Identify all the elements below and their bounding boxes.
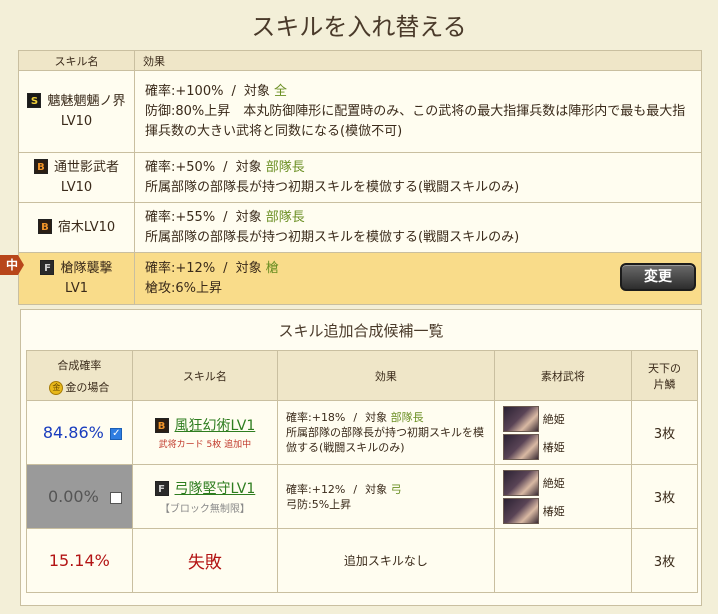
general-portrait <box>502 469 539 496</box>
gold-case-label: 金の場合 <box>65 380 110 394</box>
skill-target: 全 <box>274 83 288 99</box>
skill-rate: 確率:+55% <box>145 209 216 225</box>
no-additional-skill: 追加スキルなし <box>277 528 495 593</box>
target-label: 対象 <box>235 159 262 175</box>
candidate-rate: 確率:+18% <box>286 411 346 424</box>
empty-material-cell <box>493 528 633 593</box>
candidate-row: 84.86% ✓ B 風狂幻術LV1 武将カード 5枚 追加中 確率:+18% / 対象… <box>26 400 698 465</box>
fail-rate: 15.14% <box>48 551 110 570</box>
candidate-row: 0.00% F 弓隊堅守LV1 【ブロック無制限】 確率:+12% / 対象 弓 弓防… <box>26 464 698 529</box>
col-pieces: 天下の 片鱗 <box>631 350 698 401</box>
candidate-note: 武将カード 5枚 追加中 <box>158 440 252 450</box>
general-portrait <box>502 405 539 432</box>
candidate-table: 合成確率 金金の場合 スキル名 効果 素材武将 天下の 片鱗 84.86% ✓ B… <box>26 350 698 593</box>
candidate-target: 弓 <box>390 482 402 496</box>
candidate-rate: 確率:+12% <box>286 482 346 496</box>
candidate-skill-link[interactable]: 風狂幻術LV1 <box>175 418 256 434</box>
col-rate: 合成確率 金金の場合 <box>26 350 133 401</box>
rank-f-icon: F <box>154 481 169 496</box>
rate-header: 合成確率 <box>57 358 102 372</box>
page-title: スキルを入れ替える <box>251 13 467 41</box>
skill-target: 部隊長 <box>265 209 305 225</box>
select-checkbox[interactable] <box>110 491 123 504</box>
skill-desc: 所属部隊の部隊長が持つ初期スキルを模倣する(戦闘スキルのみ) <box>145 229 520 245</box>
skill-rate: 確率:+50% <box>145 159 216 175</box>
candidate-panel: スキル追加合成候補一覧 合成確率 金金の場合 スキル名 効果 素材武将 天下の … <box>20 309 702 606</box>
col-effect: 効果 <box>277 350 495 401</box>
skill-desc: 槍攻:6%上昇 <box>145 280 223 296</box>
change-button[interactable]: 変更 <box>620 263 696 291</box>
candidate-target: 部隊長 <box>390 411 424 424</box>
skill-row[interactable]: B 宿木LV10 確率:+55% / 対象 部隊長 所属部隊の部隊長が持つ初期スキルを… <box>18 202 702 253</box>
general-portrait <box>502 433 539 460</box>
fail-label: 失敗 <box>131 528 279 593</box>
candidate-desc: 弓防:5%上昇 <box>286 497 352 511</box>
piece-count: 3枚 <box>631 464 698 529</box>
material-name: 絶姫 <box>542 412 565 426</box>
skill-row[interactable]: S 魑魅魍魎ノ界LV10 確率:+100% / 対象 全 防御:80%上昇 本丸防御陣… <box>18 70 702 153</box>
synthesis-rate: 0.00% <box>47 487 99 506</box>
pieces-header-line2: 片鱗 <box>653 377 676 391</box>
target-label: 対象 <box>235 209 262 225</box>
rank-f-icon: F <box>40 259 55 275</box>
candidate-skill-link[interactable]: 弓隊堅守LV1 <box>175 481 256 497</box>
skill-target: 部隊長 <box>265 159 305 175</box>
select-checkbox[interactable]: ✓ <box>110 427 123 440</box>
skill-row-selected[interactable]: F 槍隊襲撃 LV1 確率:+12% / 対象 槍 槍攻:6%上昇 <box>18 252 702 305</box>
candidate-desc: 所属部隊の部隊長が持つ初期スキルを模倣する(戦闘スキルのみ) <box>286 426 485 454</box>
rank-b-icon: B <box>33 158 48 174</box>
skill-name: 通世影武者 <box>53 159 119 175</box>
target-label: 対象 <box>235 260 262 276</box>
candidate-note: 【ブロック無制限】 <box>159 504 250 515</box>
col-skill-name: スキル名 <box>131 350 279 401</box>
skill-name: 宿木LV10 <box>57 219 116 235</box>
candidate-header-row: 合成確率 金金の場合 スキル名 効果 素材武将 天下の 片鱗 <box>26 350 698 401</box>
skill-rate: 確率:+12% <box>145 260 216 276</box>
col-skill-name: スキル名 <box>18 50 135 71</box>
skill-desc: 所属部隊の部隊長が持つ初期スキルを模倣する(戦闘スキルのみ) <box>145 179 520 195</box>
synthesis-rate: 84.86% <box>42 423 104 442</box>
candidate-row-fail: 15.14% 失敗 追加スキルなし 3枚 <box>26 528 698 593</box>
rank-b-icon: B <box>154 418 169 433</box>
gold-coin-icon: 金 <box>49 380 64 395</box>
skill-name: 槍隊襲撃 <box>60 260 113 276</box>
rank-s-icon: S <box>27 92 42 108</box>
target-label: 対象 <box>365 411 388 424</box>
target-label: 対象 <box>243 83 270 99</box>
skill-target: 槍 <box>265 260 279 276</box>
col-effect: 効果 <box>134 50 702 71</box>
skill-level: LV1 <box>65 280 88 296</box>
target-label: 対象 <box>365 482 388 496</box>
skill-level: LV10 <box>60 179 93 195</box>
piece-count: 3枚 <box>631 400 698 465</box>
piece-count: 3枚 <box>631 528 698 593</box>
skill-rate: 確率:+100% <box>145 83 224 99</box>
material-name: 椿姫 <box>542 440 565 454</box>
col-material: 素材武将 <box>493 350 633 401</box>
pieces-header-line1: 天下の <box>648 361 682 375</box>
rank-b-icon: B <box>37 218 52 234</box>
candidate-panel-title: スキル追加合成候補一覧 <box>278 322 444 340</box>
material-name: 椿姫 <box>542 504 565 518</box>
material-name: 絶姫 <box>542 476 565 490</box>
current-skills-table: スキル名 効果 S 魑魅魍魎ノ界LV10 確率:+100% / 対象 全 防御:80%… <box>18 50 702 305</box>
skill-row[interactable]: B 通世影武者 LV10 確率:+50% / 対象 部隊長 所属部隊の部隊長が持つ初期… <box>18 152 702 203</box>
skill-desc: 防御:80%上昇 本丸防御陣形に配置時のみ、この武将の最大指揮兵数は陣形内で最も… <box>145 103 686 139</box>
general-portrait <box>502 497 539 524</box>
skill-name: 魑魅魍魎ノ界LV10 <box>47 93 126 129</box>
skills-header-row: スキル名 効果 <box>18 50 702 71</box>
